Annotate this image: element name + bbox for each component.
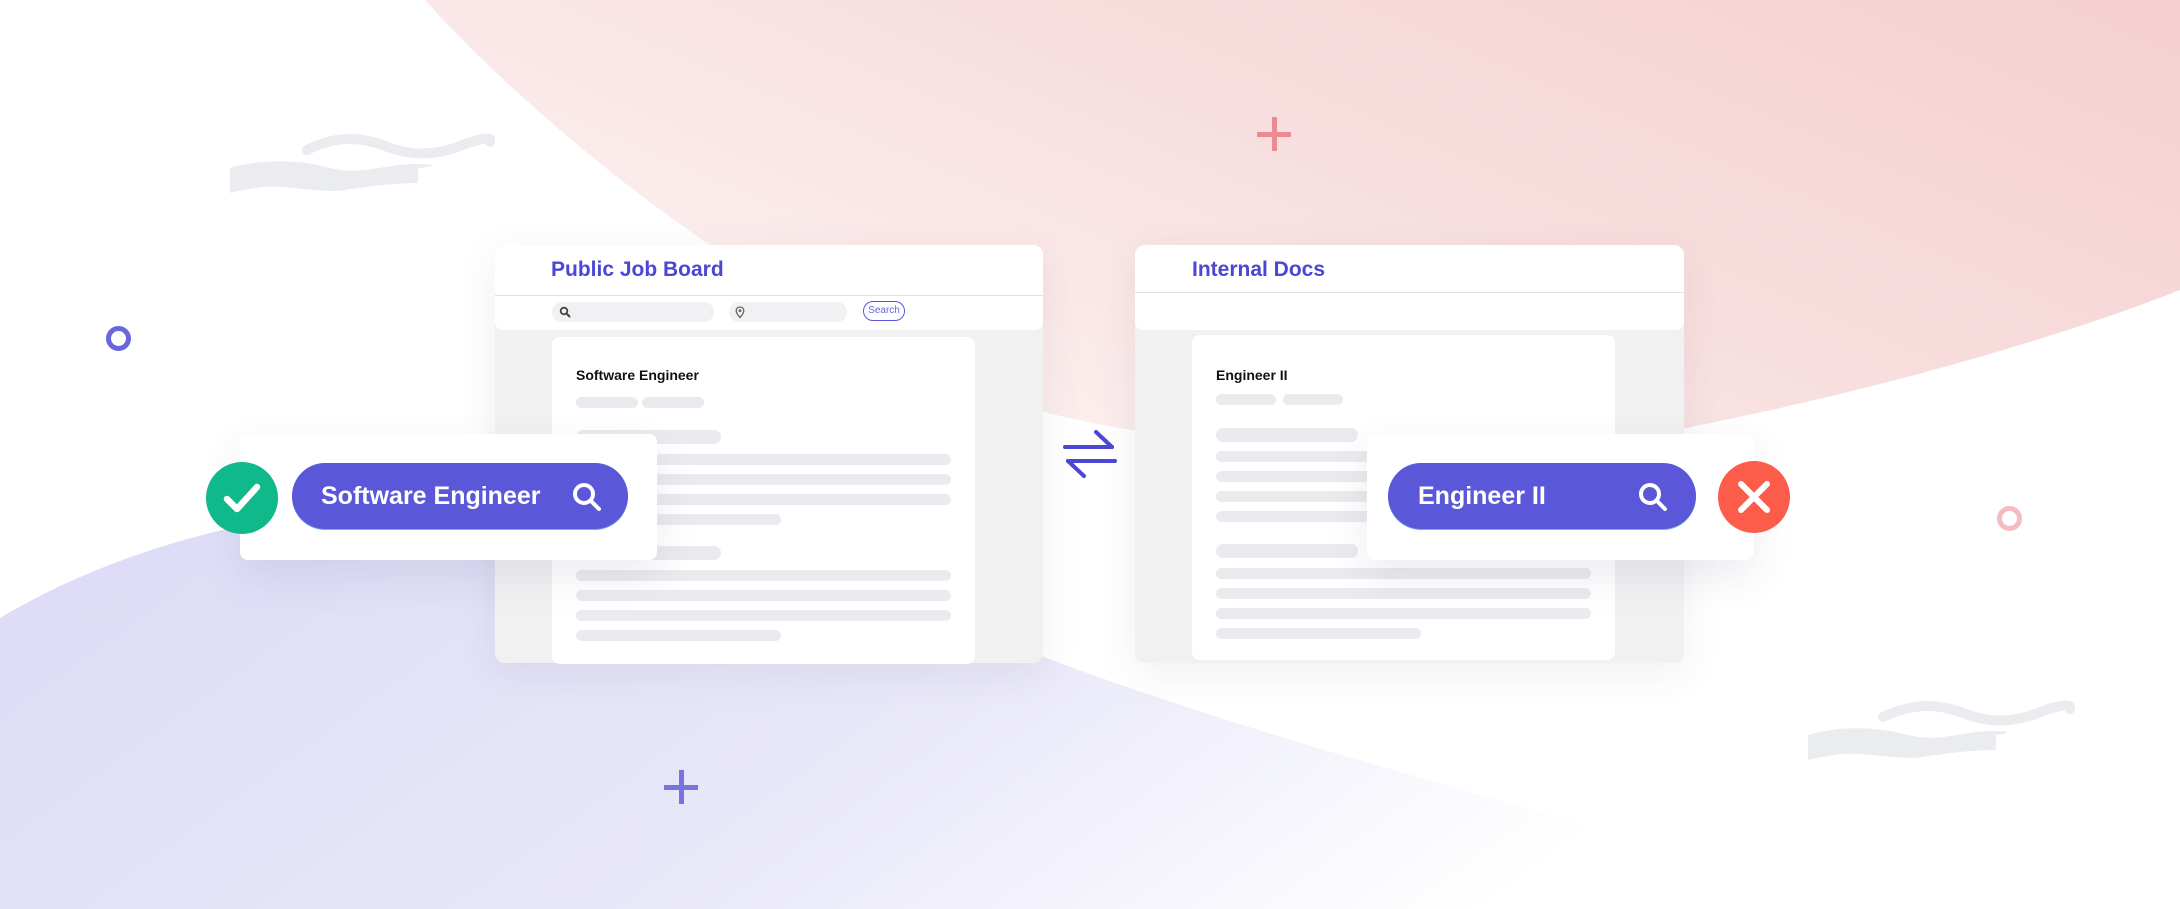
divider bbox=[1135, 292, 1684, 293]
close-icon bbox=[1738, 481, 1770, 513]
skeleton-line bbox=[1216, 394, 1276, 405]
wave-icon bbox=[1808, 700, 2076, 760]
skeleton-line bbox=[576, 630, 781, 641]
search-icon[interactable] bbox=[1637, 481, 1669, 513]
skeleton-line bbox=[576, 397, 638, 408]
query-text: Software Engineer bbox=[321, 482, 541, 510]
skeleton-line bbox=[1216, 628, 1421, 639]
skeleton-line bbox=[576, 570, 951, 581]
skeleton-line bbox=[1216, 568, 1591, 579]
search-icon bbox=[559, 306, 571, 318]
wave-icon bbox=[230, 133, 495, 193]
divider bbox=[495, 295, 1043, 296]
skeleton-line bbox=[1216, 544, 1358, 558]
ring-icon bbox=[106, 326, 131, 351]
skeleton-line bbox=[1283, 394, 1343, 405]
query-pill-software-engineer[interactable]: Software Engineer bbox=[292, 463, 628, 529]
document-heading: Engineer II bbox=[1216, 367, 1288, 383]
query-pill-engineer-ii[interactable]: Engineer II bbox=[1388, 463, 1696, 529]
skeleton-line bbox=[642, 397, 704, 408]
ring-icon bbox=[1997, 506, 2022, 531]
window-header: Public Job Board Search bbox=[495, 245, 1043, 330]
skeleton-line bbox=[576, 590, 951, 601]
skeleton-line bbox=[576, 610, 951, 621]
skeleton-line bbox=[1216, 608, 1591, 619]
document-heading: Software Engineer bbox=[576, 367, 699, 383]
keyword-search-input[interactable] bbox=[552, 302, 714, 322]
search-button[interactable]: Search bbox=[863, 301, 905, 321]
match-badge bbox=[206, 462, 278, 534]
skeleton-line bbox=[1216, 428, 1358, 442]
window-title: Public Job Board bbox=[551, 258, 724, 281]
window-title: Internal Docs bbox=[1192, 258, 1326, 281]
plus-icon bbox=[664, 770, 698, 804]
location-pin-icon bbox=[735, 306, 745, 319]
check-icon bbox=[223, 483, 261, 513]
plus-icon bbox=[1257, 117, 1291, 151]
skeleton-line bbox=[1216, 588, 1591, 599]
query-text: Engineer II bbox=[1418, 482, 1546, 510]
window-header: Internal Docs bbox=[1135, 245, 1684, 330]
search-icon[interactable] bbox=[571, 481, 603, 513]
location-input[interactable] bbox=[729, 302, 847, 322]
swap-arrows-icon bbox=[1063, 430, 1117, 478]
no-match-badge bbox=[1718, 461, 1790, 533]
